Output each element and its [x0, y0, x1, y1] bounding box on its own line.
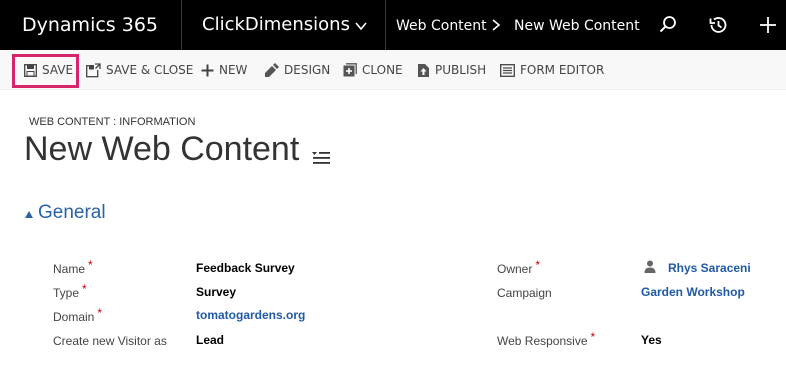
command-bar: SAVE SAVE & CLOSE NEW DESIGN CLONE PUBLI…	[0, 50, 786, 90]
domain-label: Domain *	[53, 306, 103, 324]
owner-label: Owner *	[497, 258, 541, 276]
design-icon	[265, 63, 279, 77]
clone-button[interactable]: CLONE	[343, 58, 403, 82]
new-button[interactable]: NEW	[201, 58, 247, 82]
form-selector-menu-icon[interactable]	[312, 149, 330, 165]
required-marker: *	[82, 282, 87, 296]
campaign-field-link[interactable]: Garden Workshop	[641, 285, 745, 299]
search-icon[interactable]	[657, 14, 679, 36]
clone-icon	[343, 63, 357, 77]
clone-label: CLONE	[362, 63, 403, 77]
section-title: General	[38, 202, 106, 223]
save-icon	[24, 63, 37, 77]
page-title: New Web Content	[24, 130, 300, 168]
type-field[interactable]: Survey	[196, 285, 236, 299]
web-responsive-field[interactable]: Yes	[641, 333, 662, 347]
save-and-close-button[interactable]: SAVE & CLOSE	[86, 58, 193, 82]
required-marker: *	[97, 306, 103, 320]
required-marker: *	[535, 258, 541, 272]
new-label: NEW	[219, 63, 248, 77]
recent-icon[interactable]	[707, 14, 729, 36]
save-label: SAVE	[42, 63, 74, 77]
publish-icon	[418, 63, 429, 77]
top-nav-bar: Dynamics 365 ClickDimensions Web Content…	[0, 0, 786, 50]
new-icon[interactable]	[757, 14, 779, 36]
required-marker: *	[590, 330, 596, 344]
web-responsive-label: Web Responsive *	[497, 330, 596, 348]
required-marker: *	[88, 258, 93, 272]
form-editor-icon	[500, 63, 515, 77]
type-label: Type *	[53, 282, 87, 300]
save-close-icon	[86, 62, 101, 77]
app-name[interactable]: ClickDimensions	[202, 0, 350, 50]
domain-field-link[interactable]: tomatogardens.org	[196, 308, 305, 322]
publish-label: PUBLISH	[435, 63, 487, 77]
chevron-down-icon[interactable]	[354, 19, 368, 33]
section-general-header[interactable]: General	[25, 202, 106, 224]
form-editor-label: FORM EDITOR	[520, 63, 605, 77]
breadcrumb-new-web-content: New Web Content	[514, 18, 640, 34]
save-button[interactable]: SAVE	[24, 58, 73, 82]
entity-form-label: WEB CONTENT : INFORMATION	[29, 116, 196, 128]
name-field[interactable]: Feedback Survey	[196, 261, 295, 275]
collapse-triangle-icon	[25, 210, 33, 218]
name-label: Name *	[53, 258, 93, 276]
nav-divider	[181, 0, 182, 50]
plus-icon	[201, 64, 214, 76]
publish-button[interactable]: PUBLISH	[417, 58, 486, 82]
design-button[interactable]: DESIGN	[264, 58, 330, 82]
user-icon	[644, 260, 656, 273]
design-label: DESIGN	[284, 63, 331, 77]
owner-field-link[interactable]: Rhys Saraceni	[668, 261, 751, 275]
chevron-right-icon	[492, 19, 501, 31]
save-close-label: SAVE & CLOSE	[106, 63, 194, 77]
brand-title[interactable]: Dynamics 365	[22, 0, 158, 50]
create-visitor-label: Create new Visitor as	[53, 334, 167, 348]
campaign-label: Campaign	[497, 286, 552, 300]
nav-divider	[385, 0, 386, 50]
form-editor-button[interactable]: FORM EDITOR	[500, 58, 604, 82]
breadcrumb-web-content[interactable]: Web Content	[396, 0, 487, 50]
create-visitor-field[interactable]: Lead	[196, 333, 224, 347]
